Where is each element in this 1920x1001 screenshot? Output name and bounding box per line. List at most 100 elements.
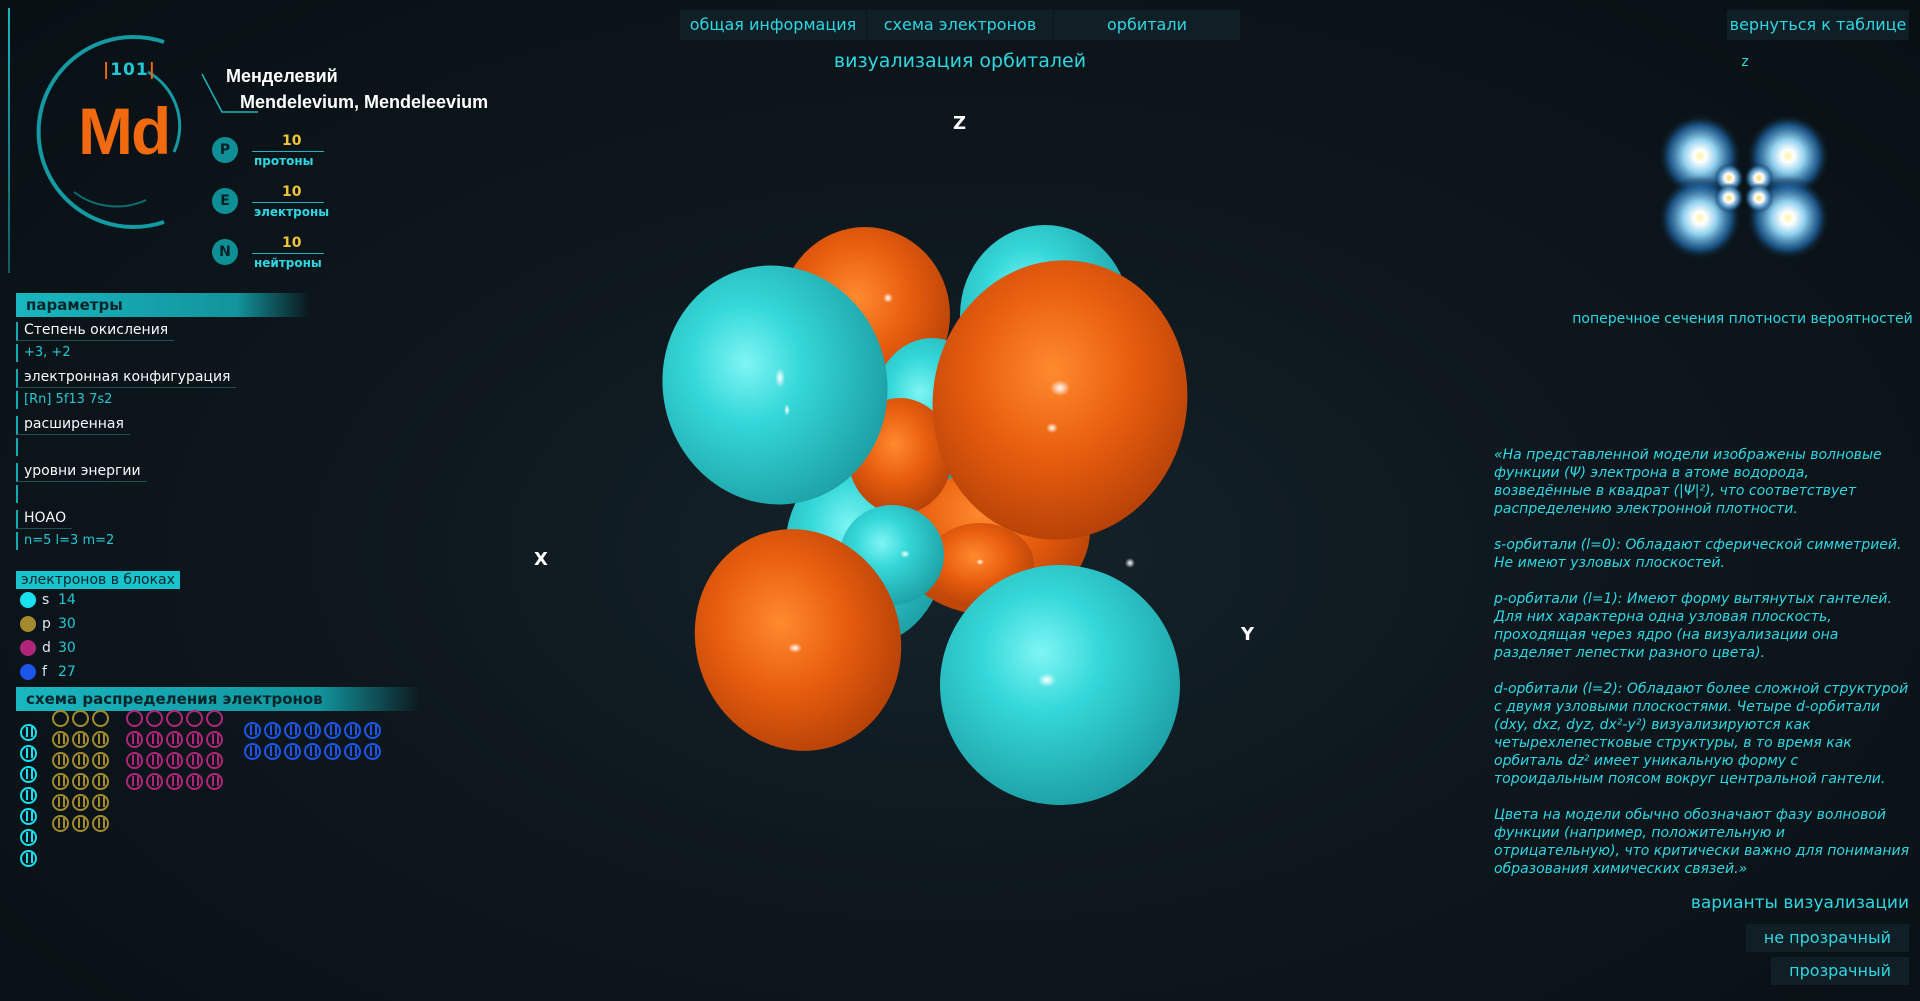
specular-highlight xyxy=(883,293,893,303)
oxidation-value: +3, +2 xyxy=(16,344,71,362)
block-d-row: d 30 xyxy=(20,640,76,660)
divider xyxy=(252,202,324,203)
tab-orbitals[interactable]: орбитали xyxy=(1054,10,1240,40)
orbital-cell xyxy=(126,731,143,748)
orbital-cell xyxy=(304,743,321,760)
orbital-cell xyxy=(92,773,109,790)
blocks-header: электронов в блоках xyxy=(16,571,180,589)
orbital-cell xyxy=(52,752,69,769)
specular-highlight xyxy=(1046,423,1058,433)
cross-section-caption: поперечное сечения плотности вероятносте… xyxy=(1572,311,1913,327)
orbital-cell xyxy=(20,850,37,867)
orbital-cell xyxy=(344,743,361,760)
electrons-counter: E 10 электроны xyxy=(212,184,332,224)
orbital-cell xyxy=(72,815,89,832)
orbital-cell xyxy=(324,743,341,760)
orbital-cell xyxy=(284,722,301,739)
orbital-cell xyxy=(52,731,69,748)
orbital-cell xyxy=(52,794,69,811)
p-block-dot xyxy=(20,616,36,632)
orbital-cell xyxy=(92,752,109,769)
neutron-badge: N xyxy=(212,239,238,265)
orbital-cell xyxy=(344,722,361,739)
orbital-cell xyxy=(166,731,183,748)
block-letter: d xyxy=(42,640,51,656)
orbital-cell xyxy=(324,722,341,739)
orbital-cell xyxy=(206,752,223,769)
scheme-header: схема распределения электронов xyxy=(16,687,421,711)
density-lobe-inner xyxy=(1714,183,1744,213)
orbital-cell xyxy=(92,815,109,832)
orbital-cell xyxy=(166,710,183,727)
orbital-cell xyxy=(52,773,69,790)
orbital-cell xyxy=(52,815,69,832)
orbital-cell xyxy=(206,710,223,727)
probability-density-section: z xyxy=(1620,48,1870,308)
orbital-cell xyxy=(146,752,163,769)
block-p-row: p 30 xyxy=(20,616,76,636)
block-value: 14 xyxy=(58,592,76,608)
orbital-cell xyxy=(146,731,163,748)
parameters-header: параметры xyxy=(16,293,310,317)
orbital-render xyxy=(662,225,1188,805)
orbital-3d-view[interactable] xyxy=(640,220,1260,840)
orbital-cell xyxy=(206,731,223,748)
block-value: 27 xyxy=(58,664,76,680)
orbital-cell xyxy=(186,710,203,727)
block-value: 30 xyxy=(58,640,76,656)
d-block-dot xyxy=(20,640,36,656)
orbital-cell xyxy=(166,752,183,769)
orbital-cell xyxy=(364,743,381,760)
axis-z-label: Z xyxy=(953,113,967,134)
orbital-cell xyxy=(20,808,37,825)
specular-highlight xyxy=(788,643,802,653)
visualization-title: визуализация орбиталей xyxy=(833,50,1087,72)
divider xyxy=(252,253,324,254)
config-value: [Rn] 5f13 7s2 xyxy=(16,391,112,409)
hoao-value: n=5 l=3 m=2 xyxy=(16,532,114,550)
axis-x-label: X xyxy=(534,549,548,570)
specular-highlight xyxy=(900,550,910,558)
config-label: электронная конфигурация xyxy=(16,369,237,388)
orbital-cell xyxy=(304,722,321,739)
description-paragraph: p-орбитали (l=1): Имеют форму вытянутых … xyxy=(1494,591,1892,661)
specular-highlight xyxy=(775,368,785,388)
opaque-variant-button[interactable]: не прозрачный xyxy=(1745,924,1909,952)
orbital-cell xyxy=(264,722,281,739)
energy-levels-label[interactable]: уровни энергии xyxy=(16,463,147,482)
electron-badge: E xyxy=(212,188,238,214)
s-block-dot xyxy=(20,592,36,608)
oxidation-label: Степень окисления xyxy=(16,322,175,341)
back-to-table-button[interactable]: вернуться к таблице xyxy=(1727,10,1909,40)
orbital-cell xyxy=(92,710,109,727)
orbital-cell xyxy=(92,731,109,748)
tab-electron-scheme[interactable]: схема электронов xyxy=(867,10,1054,40)
orbital-cell xyxy=(72,710,89,727)
orbital-cell xyxy=(244,722,261,739)
orbital-cell xyxy=(364,722,381,739)
orbital-cell xyxy=(186,773,203,790)
proton-label: протоны xyxy=(254,154,314,168)
orbital-description: «На представленной модели изображены вол… xyxy=(1494,446,1910,896)
tab-general-info[interactable]: общая информация xyxy=(680,10,867,40)
block-letter: f xyxy=(42,664,47,680)
neutron-count: 10 xyxy=(282,235,302,251)
electron-count: 10 xyxy=(282,184,302,200)
orbital-cell xyxy=(166,773,183,790)
orbital-cell xyxy=(20,724,37,741)
neutron-label: нейтроны xyxy=(254,256,322,270)
orbital-cell xyxy=(20,829,37,846)
orbital-cell xyxy=(244,743,261,760)
description-paragraph: Цвета на модели обычно обозначают фазу в… xyxy=(1494,807,1909,877)
extended-config-label[interactable]: расширенная xyxy=(16,416,130,435)
block-letter: s xyxy=(42,592,50,608)
visualization-variants-title: варианты визуализации xyxy=(1690,893,1909,913)
density-cross-section: z xyxy=(1658,54,1830,260)
orbital-cell xyxy=(72,731,89,748)
orbital-cell xyxy=(72,773,89,790)
orbital-cell xyxy=(52,710,69,727)
description-paragraph: s-орбитали (l=0): Обладают сферической с… xyxy=(1494,537,1902,571)
proton-badge: P xyxy=(212,137,238,163)
transparent-variant-button[interactable]: прозрачный xyxy=(1771,957,1909,985)
orbital-cell xyxy=(20,745,37,762)
